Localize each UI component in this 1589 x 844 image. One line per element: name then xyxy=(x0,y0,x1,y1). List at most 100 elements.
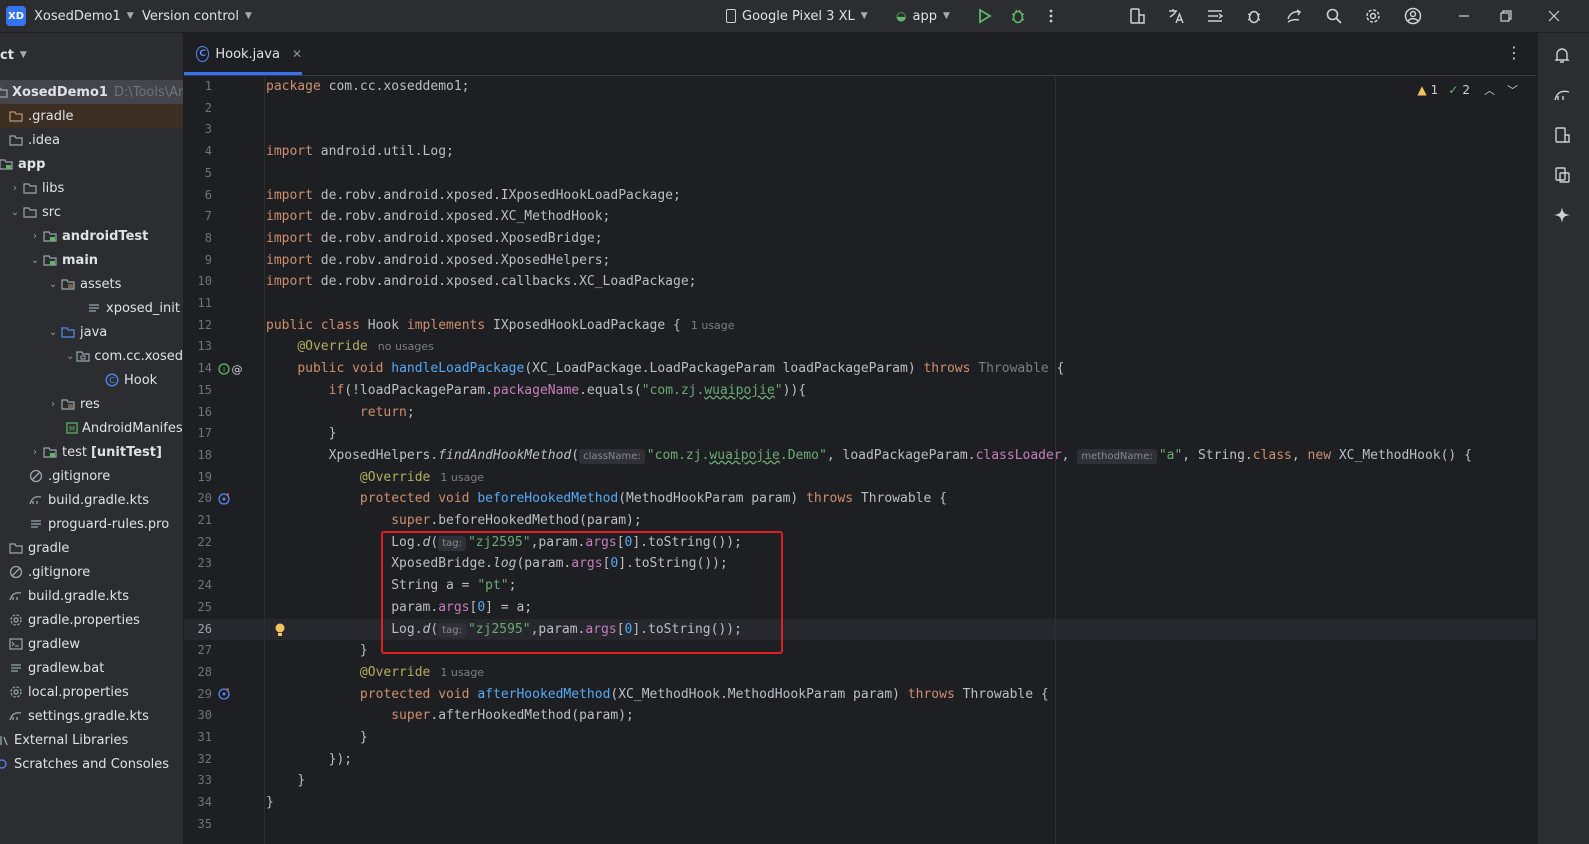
tree-item-test[interactable]: › test [unitTest] xyxy=(0,440,183,464)
code-line: public class Hook implements IXposedHook… xyxy=(266,317,735,333)
chevron-down-icon[interactable]: ⌄ xyxy=(64,351,76,362)
tree-item-build-gradle-app[interactable]: build.gradle.kts xyxy=(0,488,183,512)
java-class-icon: C xyxy=(196,46,210,62)
text-file-icon xyxy=(8,661,24,675)
close-tab-icon[interactable]: ✕ xyxy=(292,47,302,61)
tree-item-build-gradle-root[interactable]: build.gradle.kts xyxy=(0,584,183,608)
code-line: } xyxy=(359,643,368,659)
check-count: 2 xyxy=(1462,83,1470,97)
close-window-button[interactable] xyxy=(1542,4,1566,28)
test-folder-icon xyxy=(42,445,58,459)
device-manager-tool-button[interactable] xyxy=(1552,125,1572,145)
debug-button[interactable] xyxy=(1006,4,1030,28)
tree-item-xposed-init[interactable]: xposed_init xyxy=(0,296,183,320)
gradle-tool-button[interactable] xyxy=(1552,85,1572,105)
inspection-widget[interactable]: ▲ 1 ✓ 2 ︿ ﹀ xyxy=(1417,82,1518,98)
ignore-file-icon xyxy=(28,469,44,483)
more-actions-button[interactable] xyxy=(1039,4,1063,28)
translate-button[interactable] xyxy=(1164,4,1188,28)
tree-item-gradle-cache[interactable]: .gradle xyxy=(0,104,183,128)
tree-item-label: gradlew xyxy=(28,636,81,652)
tree-item-gradlew[interactable]: gradlew xyxy=(0,632,183,656)
chevron-down-icon: ▼ xyxy=(19,50,27,60)
sparkle-icon xyxy=(1554,207,1570,223)
restore-button[interactable] xyxy=(1494,4,1518,28)
implements-method-icon[interactable]: I @ xyxy=(218,362,244,379)
code-editor[interactable]: ▲ 1 ✓ 2 ︿ ﹀ 1 2 3 4 5 6 7 8 9 10 11 12 13 14 15 16 17 18 1… xyxy=(184,76,1536,844)
device-manager-button[interactable] xyxy=(1125,4,1149,28)
project-switcher[interactable]: XD XosedDemo1 ▼ xyxy=(6,0,134,32)
settings-button[interactable] xyxy=(1361,4,1385,28)
tree-item-idea[interactable]: .idea xyxy=(0,128,183,152)
more-vertical-icon[interactable]: ⋮ xyxy=(1506,43,1522,62)
version-control-menu[interactable]: Version control ▼ xyxy=(142,0,252,32)
chevron-down-icon[interactable]: ⌄ xyxy=(8,207,22,218)
tree-item-gitignore-app[interactable]: .gitignore xyxy=(0,464,183,488)
chevron-up-icon[interactable]: ︿ xyxy=(1484,82,1495,98)
chevron-down-icon[interactable]: ⌄ xyxy=(46,327,60,338)
tree-item-gitignore-root[interactable]: .gitignore xyxy=(0,560,183,584)
project-panel-header[interactable]: ct ▼ xyxy=(0,33,183,77)
tree-item-label: Scratches and Consoles xyxy=(14,756,170,772)
override-method-icon[interactable] xyxy=(218,492,232,509)
tree-item-scratches[interactable]: Scratches and Consoles xyxy=(0,752,183,776)
override-method-icon[interactable] xyxy=(218,687,232,704)
right-tool-strip xyxy=(1537,33,1589,844)
tree-item-src[interactable]: ⌄ src xyxy=(0,200,183,224)
line-number: 11 xyxy=(197,296,212,310)
profiler-button[interactable] xyxy=(1242,4,1266,28)
search-button[interactable] xyxy=(1322,4,1346,28)
usage-hint: 1 usage xyxy=(690,318,735,332)
chevron-right-icon[interactable]: › xyxy=(28,447,42,458)
tree-item-gradle-dir[interactable]: gradle xyxy=(0,536,183,560)
tree-item-gradle-properties[interactable]: gradle.properties xyxy=(0,608,183,632)
svg-text:M: M xyxy=(69,425,75,433)
structure-button[interactable] xyxy=(1203,4,1227,28)
tree-item-manifest[interactable]: M AndroidManifest xyxy=(0,416,183,440)
tree-item-res[interactable]: › res xyxy=(0,392,183,416)
bell-icon xyxy=(1554,48,1570,63)
tree-item-hook-class[interactable]: C Hook xyxy=(0,368,183,392)
chevron-right-icon[interactable]: › xyxy=(28,231,42,242)
chevron-down-icon[interactable]: ⌄ xyxy=(28,255,42,266)
tree-item-main[interactable]: ⌄ main xyxy=(0,248,183,272)
tree-item-app[interactable]: app xyxy=(0,152,183,176)
sync-button[interactable] xyxy=(1282,4,1306,28)
chevron-down-icon[interactable]: ﹀ xyxy=(1507,82,1518,98)
code-line: } xyxy=(359,730,368,745)
tree-item-libs[interactable]: › libs xyxy=(0,176,183,200)
mirror-device-icon xyxy=(1555,167,1570,183)
tab-hook-java[interactable]: C Hook.java ✕ xyxy=(184,33,302,75)
gradle-sync-icon xyxy=(1287,9,1302,23)
tree-item-assets[interactable]: ⌄ assets xyxy=(0,272,183,296)
device-selector[interactable]: Google Pixel 3 XL ▼ xyxy=(726,0,868,32)
warning-count: 1 xyxy=(1430,83,1439,97)
tree-item-proguard[interactable]: proguard-rules.pro xyxy=(0,512,183,536)
tree-item-external-libraries[interactable]: External Libraries xyxy=(0,728,183,752)
param-hint: methodName: xyxy=(1077,448,1157,464)
library-icon xyxy=(0,733,10,747)
gemini-button[interactable] xyxy=(1552,205,1572,225)
running-devices-button[interactable] xyxy=(1552,165,1572,185)
notifications-button[interactable] xyxy=(1552,45,1572,65)
tree-item-androidtest[interactable]: › androidTest xyxy=(0,224,183,248)
tree-item-project-root[interactable]: XosedDemo1 D:\Tools\Andro xyxy=(0,80,183,104)
tree-item-gradlew-bat[interactable]: gradlew.bat xyxy=(0,656,183,680)
tree-item-package[interactable]: ⌄ com.cc.xosed xyxy=(0,344,183,368)
tree-item-label: XosedDemo1 xyxy=(12,84,108,100)
run-config-selector[interactable]: ◒ app ▼ xyxy=(896,0,950,32)
tree-item-local-properties[interactable]: local.properties xyxy=(0,680,183,704)
tree-item-label: test xyxy=(62,444,87,460)
line-number: 1 xyxy=(204,79,212,93)
chevron-down-icon[interactable]: ⌄ xyxy=(46,279,60,290)
tree-item-label: .gitignore xyxy=(48,468,111,484)
tree-item-java[interactable]: ⌄ java xyxy=(0,320,183,344)
run-button[interactable] xyxy=(972,4,996,28)
project-path: D:\Tools\Andro xyxy=(113,84,183,100)
tree-item-settings-gradle[interactable]: settings.gradle.kts xyxy=(0,704,183,728)
line-number: 18 xyxy=(197,447,212,462)
chevron-right-icon[interactable]: › xyxy=(46,399,60,410)
account-button[interactable] xyxy=(1401,4,1425,28)
minimize-button[interactable] xyxy=(1452,4,1476,28)
chevron-right-icon[interactable]: › xyxy=(8,183,22,194)
